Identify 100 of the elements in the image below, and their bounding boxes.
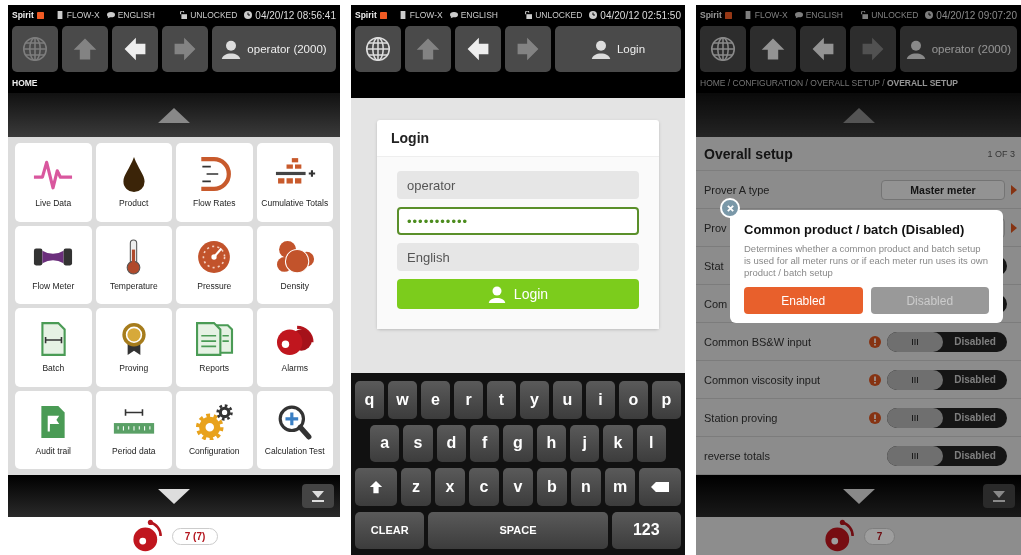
username-field[interactable]: operator bbox=[397, 171, 639, 199]
right-arrow-icon bbox=[515, 36, 541, 62]
back-button[interactable] bbox=[455, 26, 501, 72]
key[interactable]: y bbox=[520, 381, 549, 419]
dropdown[interactable]: Master meter bbox=[881, 179, 1005, 200]
key[interactable]: j bbox=[569, 424, 600, 462]
key[interactable]: q bbox=[355, 381, 384, 419]
key[interactable]: t bbox=[487, 381, 516, 419]
toggle-switch[interactable]: III Disabled bbox=[887, 445, 1007, 466]
date-time: 04/20/12 08:56:41 bbox=[255, 9, 336, 21]
menu-tile[interactable]: Period data bbox=[95, 390, 172, 469]
key[interactable]: x bbox=[435, 468, 465, 506]
key[interactable]: g bbox=[503, 424, 533, 462]
key[interactable]: e bbox=[421, 381, 450, 419]
menu-tile[interactable]: Calculation Test bbox=[256, 390, 333, 469]
backspace-key[interactable] bbox=[639, 468, 681, 506]
breadcrumb: HOME bbox=[12, 77, 39, 90]
space-key[interactable]: SPACE bbox=[428, 511, 608, 549]
key[interactable]: m bbox=[605, 468, 635, 506]
key[interactable]: z bbox=[401, 468, 431, 506]
globe-icon bbox=[22, 36, 48, 62]
key[interactable]: n bbox=[571, 468, 601, 506]
setting-label: Station proving bbox=[704, 411, 778, 424]
key[interactable]: c bbox=[469, 468, 499, 506]
password-field[interactable]: ••••••••••• bbox=[397, 207, 639, 235]
close-button[interactable] bbox=[720, 198, 740, 218]
user-button[interactable]: Login bbox=[555, 26, 681, 72]
alarm-count[interactable]: 7 (7) bbox=[171, 527, 219, 545]
language-label: ENGLISH bbox=[117, 10, 155, 20]
menu-tile[interactable]: Reports bbox=[176, 308, 253, 387]
key[interactable]: d bbox=[436, 424, 466, 462]
key[interactable]: p bbox=[652, 381, 681, 419]
toggle-switch[interactable]: III Disabled bbox=[887, 407, 1007, 428]
numbers-key[interactable]: 123 bbox=[611, 511, 681, 549]
key[interactable]: a bbox=[370, 424, 400, 462]
language-label: ENGLISH bbox=[805, 10, 843, 20]
scroll-down-bar[interactable] bbox=[8, 475, 340, 517]
back-button[interactable] bbox=[799, 26, 846, 72]
language-field[interactable]: English bbox=[397, 243, 639, 271]
key[interactable]: r bbox=[454, 381, 483, 419]
backspace-icon bbox=[651, 479, 669, 494]
menu-tile[interactable]: Temperature bbox=[95, 225, 172, 304]
globe-icon bbox=[709, 36, 736, 62]
toggle-handle: III bbox=[887, 331, 943, 352]
clear-key[interactable]: CLEAR bbox=[355, 511, 425, 549]
user-icon bbox=[590, 39, 611, 59]
page-indicator: 1 OF 3 bbox=[987, 148, 1015, 159]
key[interactable]: o bbox=[619, 381, 648, 419]
key[interactable]: h bbox=[536, 424, 566, 462]
menu-tile[interactable]: Pressure bbox=[176, 225, 253, 304]
thermometer-icon bbox=[126, 238, 142, 275]
menu-tile[interactable]: Batch bbox=[15, 308, 92, 387]
down-triangle-icon bbox=[842, 488, 875, 504]
brand-logo: Spirit bbox=[700, 10, 722, 20]
language-button[interactable] bbox=[355, 26, 401, 72]
clock-icon bbox=[244, 11, 253, 19]
alarm-count[interactable]: 7 bbox=[863, 527, 896, 545]
key[interactable]: i bbox=[586, 381, 615, 419]
key[interactable]: k bbox=[603, 424, 633, 462]
toggle-switch[interactable]: III Disabled bbox=[887, 331, 1007, 352]
shift-key[interactable] bbox=[355, 468, 397, 506]
device-icon bbox=[398, 11, 407, 19]
dialog-description: Determines whether a common product and batch setup is used for all meter runs or if each meter run uses its own product / batch setup bbox=[744, 243, 989, 279]
key[interactable]: v bbox=[503, 468, 533, 506]
back-button[interactable] bbox=[112, 26, 158, 72]
up-arrow-icon bbox=[415, 36, 441, 62]
up-triangle-icon bbox=[158, 107, 190, 123]
scroll-to-end-button[interactable] bbox=[302, 484, 334, 508]
down-triangle-icon bbox=[158, 488, 190, 504]
key[interactable]: u bbox=[553, 381, 582, 419]
key[interactable]: w bbox=[388, 381, 417, 419]
right-triangle-icon bbox=[1011, 184, 1017, 195]
user-button[interactable]: operator (2000) bbox=[212, 26, 336, 72]
menu-tile[interactable]: Proving bbox=[95, 308, 172, 387]
menu-tile[interactable]: Alarms bbox=[256, 308, 333, 387]
scroll-down-bar[interactable] bbox=[696, 475, 1021, 517]
key[interactable]: f bbox=[470, 424, 500, 462]
key[interactable]: l bbox=[636, 424, 666, 462]
key[interactable]: s bbox=[403, 424, 433, 462]
menu-tile[interactable]: Density bbox=[256, 225, 333, 304]
logo-square-icon bbox=[379, 11, 387, 19]
menu-tile[interactable]: Live Data bbox=[15, 143, 92, 222]
menu-tile[interactable]: Flow Rates bbox=[176, 143, 253, 222]
speech-bubble-icon bbox=[449, 11, 458, 19]
key[interactable]: b bbox=[537, 468, 567, 506]
menu-tile[interactable]: Audit trail bbox=[15, 390, 92, 469]
brand-logo: Spirit bbox=[12, 10, 34, 20]
menu-tile[interactable]: Configuration bbox=[176, 390, 253, 469]
language-button[interactable] bbox=[700, 26, 746, 72]
up-button[interactable] bbox=[749, 26, 796, 72]
user-icon bbox=[905, 39, 926, 59]
menu-tile[interactable]: Flow Meter bbox=[15, 225, 92, 304]
clock-icon bbox=[589, 11, 598, 19]
menu-tile[interactable]: Cumulative Totals bbox=[256, 143, 333, 222]
scroll-to-end-button[interactable] bbox=[983, 484, 1015, 508]
setting-label: Common viscosity input bbox=[704, 373, 821, 386]
toggle-switch[interactable]: III Disabled bbox=[887, 369, 1007, 390]
lock-icon bbox=[860, 11, 869, 19]
user-button[interactable]: operator (2000) bbox=[899, 26, 1017, 72]
menu-tile[interactable]: Product bbox=[95, 143, 172, 222]
